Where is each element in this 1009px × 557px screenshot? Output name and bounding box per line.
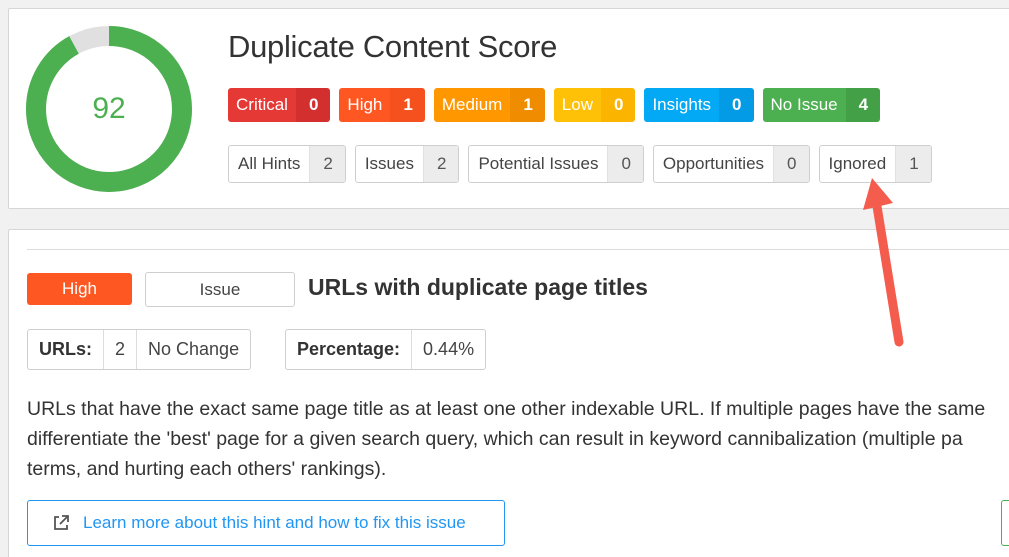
urls-change: No Change bbox=[148, 339, 240, 359]
filter-count: 0 bbox=[773, 146, 809, 182]
page-title: Duplicate Content Score bbox=[228, 29, 558, 64]
annotation-arrow bbox=[863, 178, 904, 347]
hint-type-filters: All Hints 2 Issues 2 Potential Issues 0 … bbox=[228, 145, 932, 183]
external-link-icon bbox=[54, 515, 69, 530]
severity-label: No Issue bbox=[762, 88, 846, 122]
filter-issues[interactable]: Issues 2 bbox=[354, 145, 460, 183]
severity-critical[interactable]: Critical 0 bbox=[228, 88, 331, 122]
urls-stat: URLs: 2 No Change bbox=[27, 329, 252, 370]
percentage-stat: Percentage: 0.44% bbox=[285, 329, 487, 370]
filter-count: 0 bbox=[607, 146, 643, 182]
urls-label: URLs: bbox=[28, 330, 104, 369]
severity-insights[interactable]: Insights 0 bbox=[644, 88, 754, 122]
filter-label: All Hints bbox=[238, 154, 301, 173]
severity-count: 4 bbox=[845, 88, 881, 122]
score-value: 92 bbox=[92, 92, 126, 125]
filter-label: Potential Issues bbox=[478, 154, 599, 173]
severity-no-issue[interactable]: No Issue 4 bbox=[762, 88, 881, 122]
learn-more-button[interactable]: Learn more about this hint and how to fi… bbox=[27, 500, 505, 546]
filter-label: Issues bbox=[364, 154, 414, 173]
severity-low[interactable]: Low 0 bbox=[553, 88, 636, 122]
percentage-label: Percentage: bbox=[286, 330, 413, 369]
filter-potential-issues[interactable]: Potential Issues 0 bbox=[468, 145, 644, 183]
urls-value: 2 bbox=[104, 330, 138, 369]
filter-label: Opportunities bbox=[662, 154, 765, 173]
filter-all-hints[interactable]: All Hints 2 bbox=[228, 145, 346, 183]
learn-more-label: Learn more about this hint and how to fi… bbox=[83, 513, 466, 532]
hint-title: URLs with duplicate page titles bbox=[308, 274, 648, 300]
filter-count: 2 bbox=[422, 146, 459, 182]
severity-count: 1 bbox=[510, 88, 545, 122]
percentage-value: 0.44% bbox=[423, 339, 475, 359]
severity-count: 0 bbox=[600, 88, 636, 122]
severity-count: 0 bbox=[719, 88, 754, 122]
severity-label: Medium bbox=[433, 88, 511, 122]
severity-label: Insights bbox=[644, 88, 720, 122]
filter-count: 2 bbox=[309, 146, 345, 182]
hint-description: URLs that have the exact same page title… bbox=[27, 398, 986, 480]
action-button[interactable] bbox=[1001, 500, 1009, 546]
filter-opportunities[interactable]: Opportunities 0 bbox=[652, 145, 810, 183]
hint-severity-badge: High bbox=[27, 273, 132, 305]
severity-medium[interactable]: Medium 1 bbox=[433, 88, 545, 122]
severity-label: Low bbox=[553, 88, 601, 122]
severity-filters: Critical 0 High 1 Medium 1 Low 0 Insight… bbox=[228, 88, 881, 122]
severity-high[interactable]: High 1 bbox=[339, 88, 425, 122]
severity-label: Critical bbox=[228, 88, 296, 122]
severity-count: 0 bbox=[295, 88, 331, 122]
severity-label: High bbox=[339, 88, 391, 122]
hint-type-badge: Issue bbox=[145, 272, 295, 307]
severity-count: 1 bbox=[390, 88, 425, 122]
